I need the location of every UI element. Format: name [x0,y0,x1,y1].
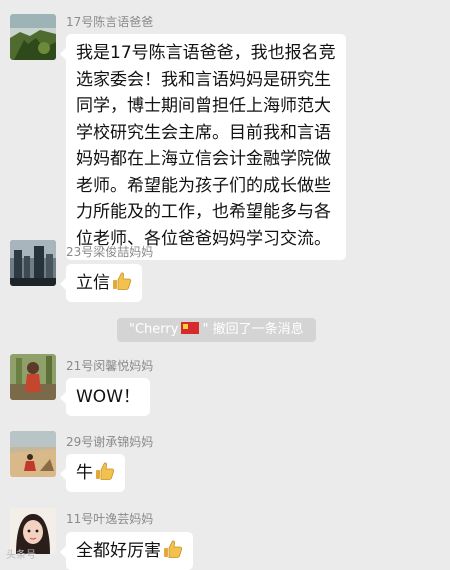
recall-name: "Cherry [129,322,179,337]
message-line: 老师。希望能为孩子们的成长做些 [76,175,331,196]
message-bubble[interactable]: 全都好厉害 [60,532,193,570]
message-line: 妈妈都在上海立信会计金融学院做 [76,149,331,169]
thumbs-up-icon [112,271,132,299]
city-avatar-icon[interactable] [10,240,56,286]
sender-name: 17号陈言语爸爸 [66,15,154,29]
watermark: 头条号 [6,550,36,561]
message-bubble[interactable]: WOW！ [60,378,150,416]
message-text: 牛 [76,463,93,483]
message-bubble[interactable]: 牛 [60,454,125,492]
sender-name: 23号梁俊喆妈妈 [66,245,154,259]
message-bubble[interactable]: 我是17号陈言语爸爸，我也报名竞 选家委会！我和言语妈妈是研究生 同学，博士期间… [60,34,346,260]
sender-name: 29号谢承锦妈妈 [66,435,154,449]
message-line: 选家委会！我和言语妈妈是研究生 [76,69,331,90]
chat-window: 17号陈言语爸爸 我是17号陈言语爸爸，我也报名竞 选家委会！我和言语妈妈是研究… [0,0,450,570]
message-line: 力所能及的工作，也希望能多与各 [76,202,331,222]
message-line: 同学，博士期间曾担任上海师范大 [76,96,331,116]
message-line: 我是17号陈言语爸爸，我也报名竞 [76,43,336,63]
landscape-avatar-icon[interactable] [10,14,56,60]
message-text: WOW！ [76,387,140,407]
recall-notice: "Cherry " 撤回了一条消息 [117,318,316,342]
beach-avatar-icon[interactable] [10,431,56,477]
message-text: 全都好厉害 [76,541,161,561]
message-text: 立信 [76,273,110,293]
recall-text: " 撤回了一条消息 [202,322,304,337]
thumbs-up-icon [95,461,115,489]
outdoor-avatar-icon[interactable] [10,354,56,400]
china-flag-icon [181,322,200,334]
sender-name: 11号叶逸芸妈妈 [66,512,154,526]
sender-name: 21号闵馨悦妈妈 [66,359,154,373]
message-line: 学校研究生会主席。目前我和言语 [76,122,331,143]
message-bubble[interactable]: 立信 [60,264,142,302]
